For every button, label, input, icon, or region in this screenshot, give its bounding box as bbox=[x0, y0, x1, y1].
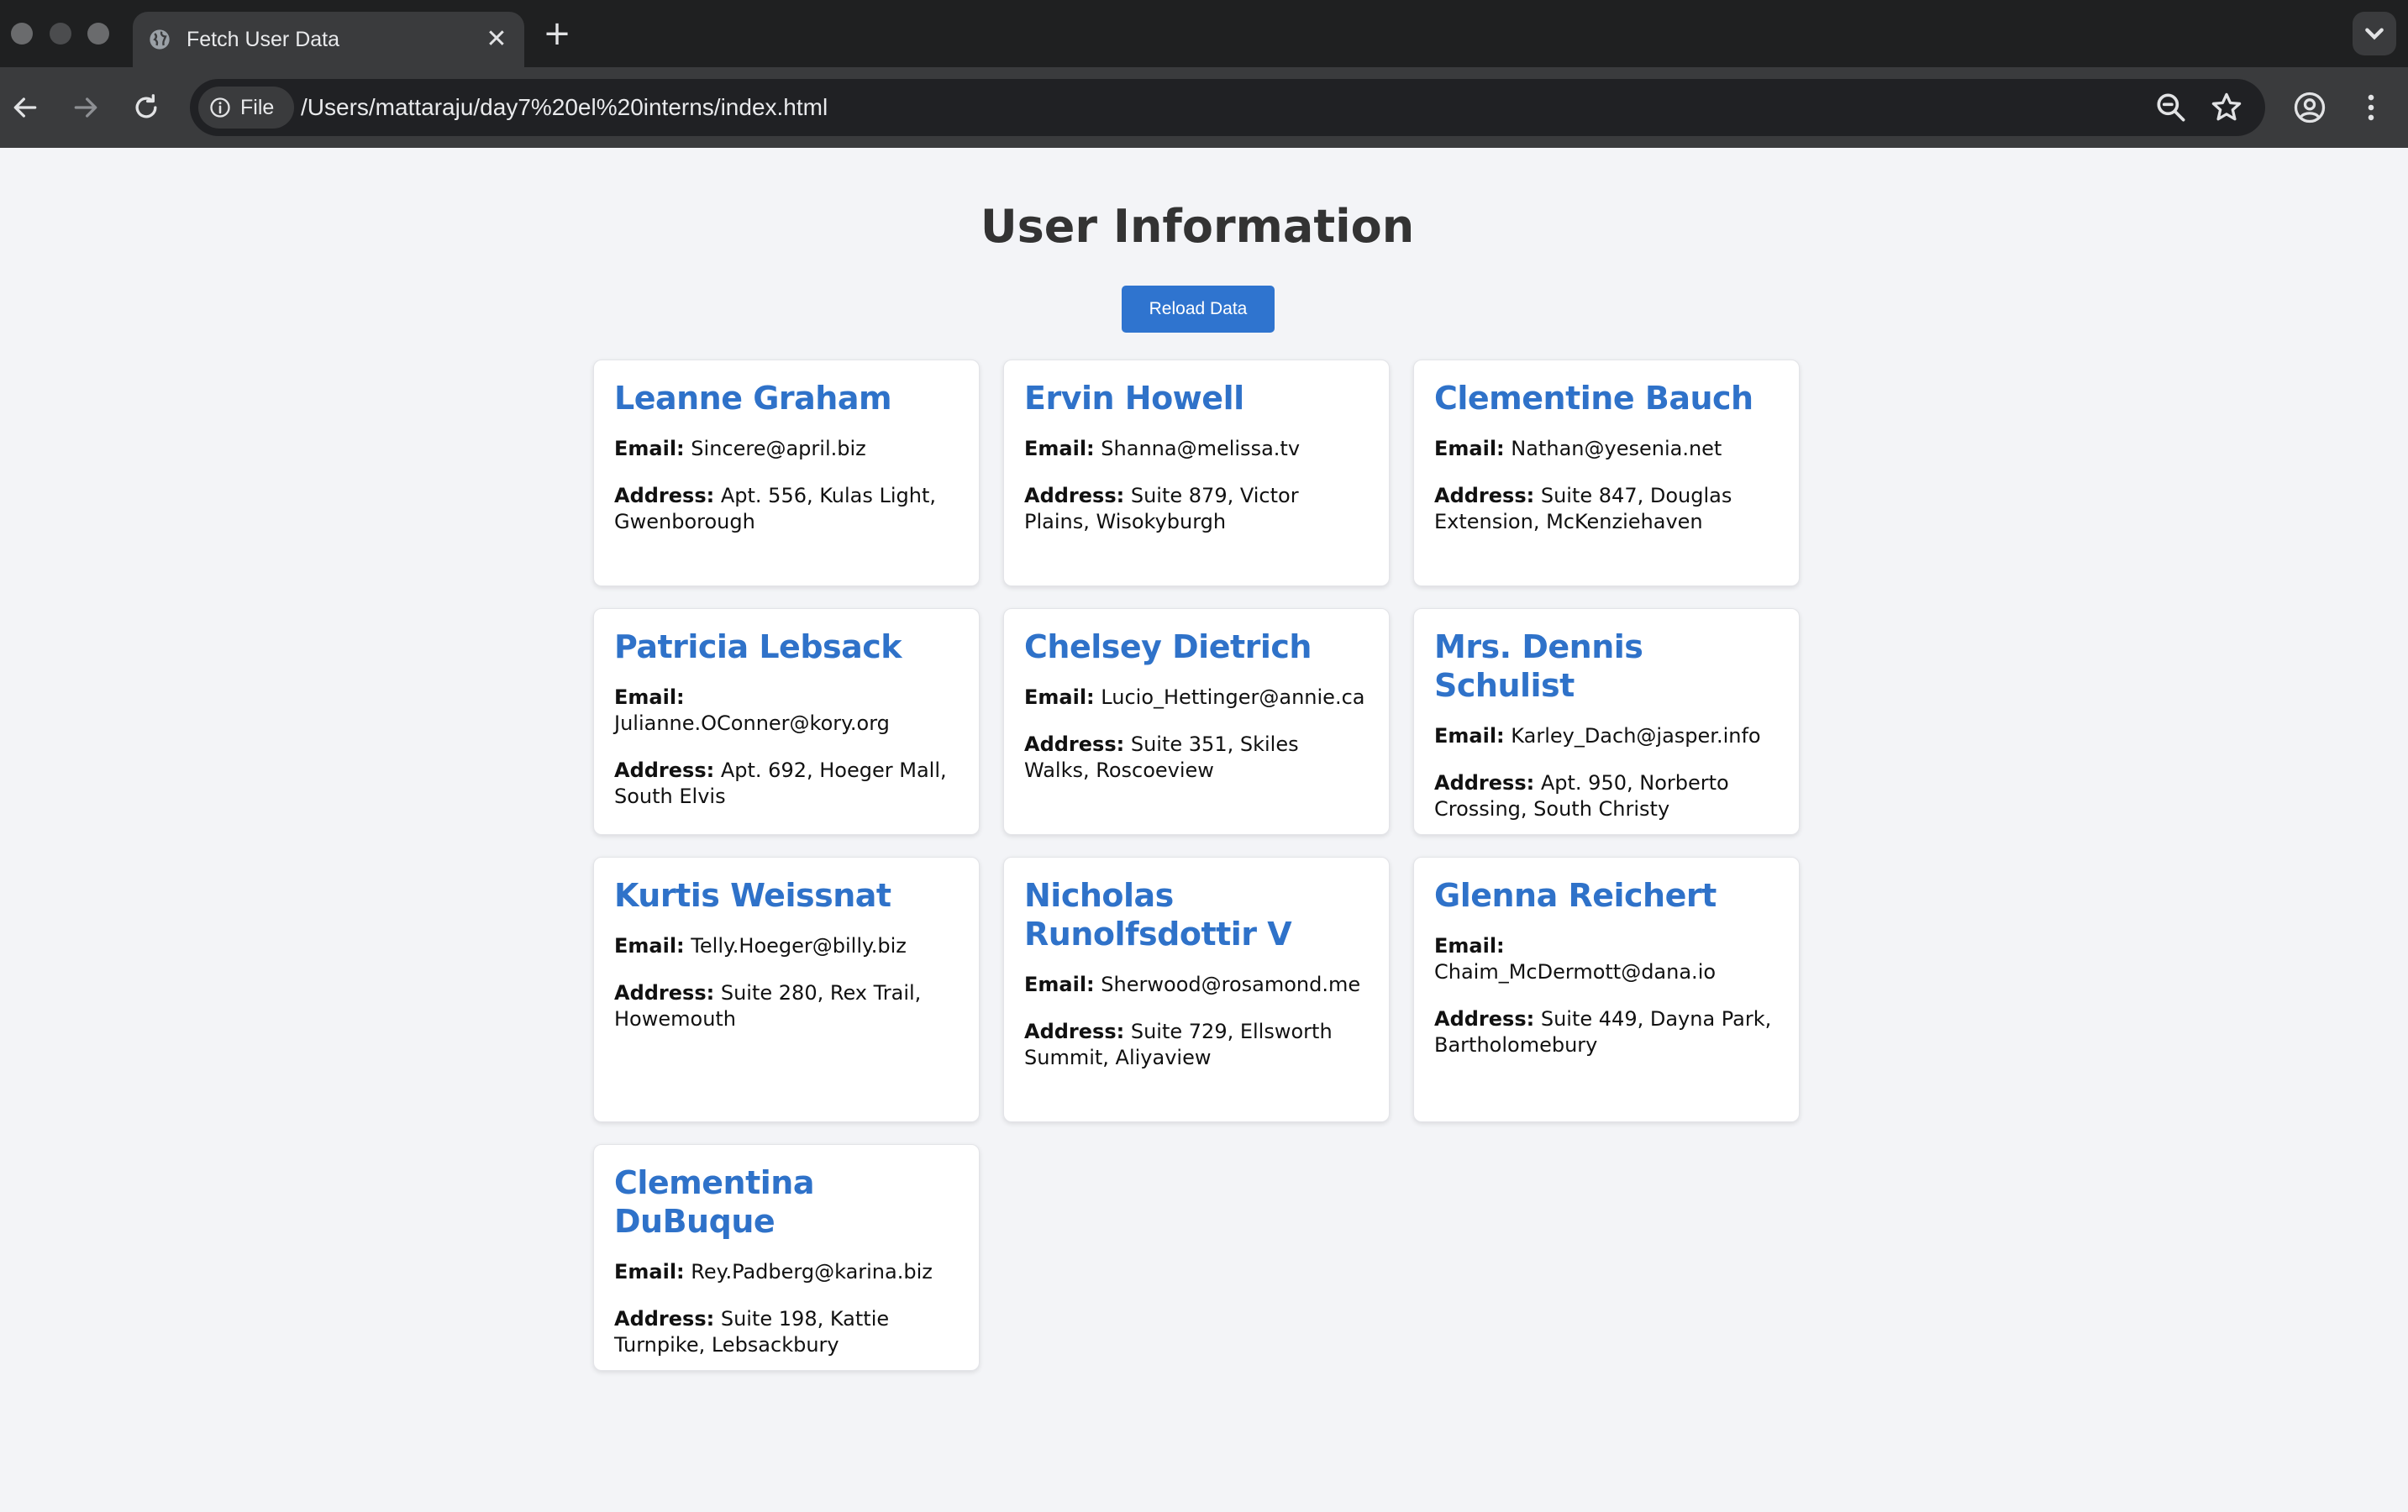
chevron-down-icon bbox=[2365, 28, 2384, 40]
user-card: Clementina DuBuque Email: Rey.Padberg@ka… bbox=[593, 1144, 980, 1371]
email-value: Sincere@april.biz bbox=[691, 437, 866, 460]
user-email: Email: Lucio_Hettinger@annie.ca bbox=[1024, 685, 1369, 711]
browser-titlebar: Fetch User Data ✕ + bbox=[0, 0, 2408, 67]
tab-search-button[interactable] bbox=[2353, 12, 2396, 55]
info-icon bbox=[210, 97, 230, 118]
forward-icon[interactable] bbox=[69, 91, 103, 124]
reload-icon[interactable] bbox=[129, 91, 163, 124]
profile-icon[interactable] bbox=[2291, 89, 2328, 126]
email-label: Email: bbox=[1434, 934, 1505, 958]
email-value: Telly.Hoeger@billy.biz bbox=[691, 934, 907, 958]
window-close-control[interactable] bbox=[11, 23, 33, 45]
email-label: Email: bbox=[614, 437, 685, 460]
tab-title: Fetch User Data bbox=[187, 28, 340, 51]
user-email: Email: Shanna@melissa.tv bbox=[1024, 436, 1369, 462]
user-name: Mrs. Dennis Schulist bbox=[1434, 628, 1643, 704]
user-email: Email: Nathan@yesenia.net bbox=[1434, 436, 1779, 462]
site-info-label: File bbox=[240, 96, 275, 119]
site-info-chip[interactable]: File bbox=[198, 87, 294, 129]
address-label: Address: bbox=[1434, 1007, 1535, 1031]
address-bar[interactable]: File /Users/mattaraju/day7%20el%20intern… bbox=[190, 79, 2265, 136]
user-card: Glenna Reichert Email: Chaim_McDermott@d… bbox=[1413, 857, 1800, 1122]
email-label: Email: bbox=[1434, 724, 1505, 748]
address-label: Address: bbox=[614, 981, 715, 1005]
email-value: Julianne.OConner@kory.org bbox=[614, 711, 890, 735]
url-text[interactable]: /Users/mattaraju/day7%20el%20interns/ind… bbox=[301, 79, 828, 136]
user-address: Address: Suite 280, Rex Trail, Howemouth bbox=[614, 980, 959, 1032]
email-value: Rey.Padberg@karina.biz bbox=[691, 1260, 933, 1284]
browser-toolbar: File /Users/mattaraju/day7%20el%20intern… bbox=[0, 67, 2408, 148]
zoom-icon[interactable] bbox=[2153, 89, 2190, 126]
user-email: Email: Sherwood@rosamond.me bbox=[1024, 972, 1369, 998]
user-card: Ervin Howell Email: Shanna@melissa.tv Ad… bbox=[1003, 360, 1390, 586]
star-icon[interactable] bbox=[2208, 89, 2245, 126]
address-label: Address: bbox=[614, 759, 715, 782]
user-email: Email: Julianne.OConner@kory.org bbox=[614, 685, 959, 737]
window-minimize-control[interactable] bbox=[50, 23, 71, 45]
user-email: Email: Telly.Hoeger@billy.biz bbox=[614, 933, 959, 959]
user-address: Address: Suite 847, Douglas Extension, M… bbox=[1434, 483, 1779, 535]
user-name: Clementine Bauch bbox=[1434, 380, 1753, 417]
user-name: Patricia Lebsack bbox=[614, 628, 902, 665]
email-label: Email: bbox=[614, 934, 685, 958]
user-name: Clementina DuBuque bbox=[614, 1164, 815, 1240]
email-label: Email: bbox=[614, 685, 685, 709]
user-address: Address: Suite 351, Skiles Walks, Roscoe… bbox=[1024, 732, 1369, 784]
user-email: Email: Sincere@april.biz bbox=[614, 436, 959, 462]
user-card: Chelsey Dietrich Email: Lucio_Hettinger@… bbox=[1003, 608, 1390, 835]
window-zoom-control[interactable] bbox=[87, 23, 109, 45]
user-name: Nicholas Runolfsdottir V bbox=[1024, 877, 1292, 953]
user-name: Leanne Graham bbox=[614, 380, 892, 417]
user-address: Address: Suite 198, Kattie Turnpike, Leb… bbox=[614, 1306, 959, 1358]
email-value: Chaim_McDermott@dana.io bbox=[1434, 960, 1717, 984]
user-email: Email: Chaim_McDermott@dana.io bbox=[1434, 933, 1779, 985]
address-label: Address: bbox=[1024, 1020, 1125, 1043]
user-address: Address: Apt. 950, Norberto Crossing, So… bbox=[1434, 770, 1779, 822]
user-name: Ervin Howell bbox=[1024, 380, 1244, 417]
user-name: Chelsey Dietrich bbox=[1024, 628, 1312, 665]
email-label: Email: bbox=[1434, 437, 1505, 460]
user-name: Kurtis Weissnat bbox=[614, 877, 891, 914]
user-card: Leanne Graham Email: Sincere@april.biz A… bbox=[593, 360, 980, 586]
user-card: Nicholas Runolfsdottir V Email: Sherwood… bbox=[1003, 857, 1390, 1122]
user-card: Kurtis Weissnat Email: Telly.Hoeger@bill… bbox=[593, 857, 980, 1122]
browser-tab-active[interactable]: Fetch User Data ✕ bbox=[133, 12, 524, 67]
email-label: Email: bbox=[1024, 685, 1095, 709]
address-label: Address: bbox=[1024, 484, 1125, 507]
email-label: Email: bbox=[614, 1260, 685, 1284]
user-card: Patricia Lebsack Email: Julianne.OConner… bbox=[593, 608, 980, 835]
email-value: Sherwood@rosamond.me bbox=[1101, 973, 1361, 996]
user-email: Email: Karley_Dach@jasper.info bbox=[1434, 723, 1779, 749]
email-value: Nathan@yesenia.net bbox=[1511, 437, 1722, 460]
address-label: Address: bbox=[1434, 771, 1535, 795]
user-email: Email: Rey.Padberg@karina.biz bbox=[614, 1259, 959, 1285]
user-address: Address: Apt. 556, Kulas Light, Gwenboro… bbox=[614, 483, 959, 535]
email-value: Shanna@melissa.tv bbox=[1101, 437, 1301, 460]
email-label: Email: bbox=[1024, 437, 1095, 460]
email-value: Lucio_Hettinger@annie.ca bbox=[1101, 685, 1365, 709]
close-tab-icon[interactable]: ✕ bbox=[484, 27, 509, 52]
email-value: Karley_Dach@jasper.info bbox=[1511, 724, 1761, 748]
user-card: Clementine Bauch Email: Nathan@yesenia.n… bbox=[1413, 360, 1800, 586]
reload-data-button[interactable]: Reload Data bbox=[1122, 286, 1275, 333]
globe-icon bbox=[150, 29, 170, 50]
user-address: Address: Suite 449, Dayna Park, Bartholo… bbox=[1434, 1006, 1779, 1058]
user-address: Address: Suite 729, Ellsworth Summit, Al… bbox=[1024, 1019, 1369, 1071]
back-icon[interactable] bbox=[8, 91, 42, 124]
email-label: Email: bbox=[1024, 973, 1095, 996]
address-label: Address: bbox=[1024, 732, 1125, 756]
user-address: Address: Suite 879, Victor Plains, Wisok… bbox=[1024, 483, 1369, 535]
page-title: User Information bbox=[980, 200, 1415, 253]
address-label: Address: bbox=[614, 484, 715, 507]
address-label: Address: bbox=[1434, 484, 1535, 507]
address-label: Address: bbox=[614, 1307, 715, 1331]
user-address: Address: Apt. 692, Hoeger Mall, South El… bbox=[614, 758, 959, 810]
page-content: User Information Reload Data Leanne Grah… bbox=[0, 148, 2408, 1512]
user-card: Mrs. Dennis Schulist Email: Karley_Dach@… bbox=[1413, 608, 1800, 835]
user-name: Glenna Reichert bbox=[1434, 877, 1717, 914]
menu-icon[interactable] bbox=[2353, 89, 2390, 126]
new-tab-button[interactable]: + bbox=[540, 17, 574, 50]
